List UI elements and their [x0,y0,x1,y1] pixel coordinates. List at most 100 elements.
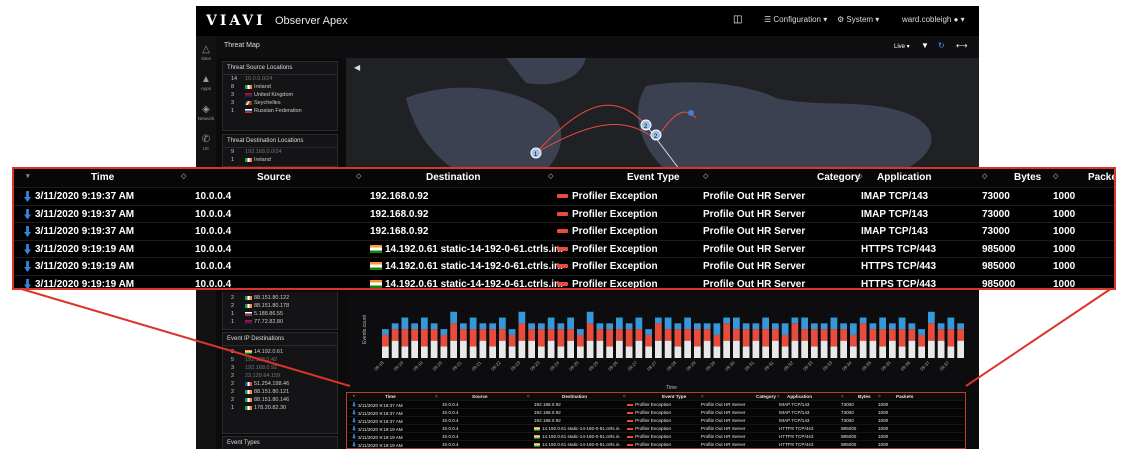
nav-sites[interactable]: △ Sites [196,44,216,61]
chart-bar-segment[interactable] [401,317,409,330]
refresh-icon[interactable]: ↻ [938,41,945,50]
chart-bar-segment[interactable] [820,340,828,358]
chart-bar-segment[interactable] [655,317,662,324]
chart-bar-segment[interactable] [674,346,682,358]
sort-icon[interactable]: ◇ [878,394,881,398]
chart-bar-segment[interactable] [820,323,828,330]
sort-icon[interactable]: ▾ [26,172,30,180]
threat-source-row[interactable]: 1 Russian Federation [223,107,337,115]
chart-bar-segment[interactable] [869,323,877,330]
chart-bar-segment[interactable] [830,329,838,347]
column-header[interactable]: Packets [896,394,913,399]
chart-bar-segment[interactable] [440,329,448,335]
sort-icon[interactable]: ▾ [353,394,355,398]
event-destination-row[interactable]: 2 88.151.80.146 [223,396,337,404]
chart-bar-segment[interactable] [928,323,935,341]
threat-destination-row[interactable]: 1 Ireland [223,156,337,164]
user-menu[interactable]: ward.cobleigh ● ▾ [902,15,965,24]
chart-bar-segment[interactable] [879,329,886,347]
chart-bar-segment[interactable] [606,329,613,347]
table-row[interactable]: 3/11/2020 9:19:19 AM 10.0.0.4 14.192.0.61 … [347,433,965,441]
chart-bar-segment[interactable] [382,329,389,335]
chart-bar-segment[interactable] [430,323,438,330]
sort-icon[interactable]: ◇ [623,394,626,398]
chart-bar-segment[interactable] [684,317,691,330]
chart-bar-segment[interactable] [820,329,828,341]
chart-bar-segment[interactable] [421,346,428,358]
event-destination-row[interactable]: 3 192.168.0.92 [223,364,337,372]
chart-bar-segment[interactable] [937,329,945,341]
chart-bar-segment[interactable] [742,329,750,347]
chart-bar-segment[interactable] [616,340,623,358]
column-header[interactable]: Source [472,394,488,399]
chart-bar-segment[interactable] [918,334,925,347]
threat-source-row[interactable]: 3 Seychelles [223,99,337,107]
threat-source-row[interactable]: 8 Ireland [223,83,337,91]
event-source-row[interactable]: 2 88.151.80.122 [223,294,337,302]
chart-bar-segment[interactable] [791,323,799,341]
chart-bar-segment[interactable] [547,329,555,341]
table-row[interactable]: 3/11/2020 9:19:19 AM 10.0.0.4 14.192.0.61 … [14,241,1114,258]
chart-bar-segment[interactable] [460,340,467,358]
chart-bar-segment[interactable] [869,340,877,358]
chart-bar-segment[interactable] [635,317,643,330]
chart-bar-segment[interactable] [762,317,769,330]
chart-bar-segment[interactable] [596,340,604,358]
chart-bar-segment[interactable] [674,323,682,330]
chart-bar-segment[interactable] [577,329,584,335]
sort-icon[interactable]: ◇ [703,172,708,180]
chart-bar-segment[interactable] [850,346,857,358]
chart-bar-segment[interactable] [625,329,633,347]
chart-bar-segment[interactable] [801,329,808,341]
chart-bar-segment[interactable] [586,311,594,324]
event-source-row[interactable]: 2 88.151.80.178 [223,302,337,310]
chart-bar-segment[interactable] [733,340,740,358]
chart-bar-segment[interactable] [489,329,496,347]
chart-bar-segment[interactable] [703,323,711,330]
chart-bar-segment[interactable] [684,329,691,341]
chart-bar-segment[interactable] [811,329,818,347]
column-header[interactable]: Time [385,394,396,399]
chart-bar-segment[interactable] [401,346,409,358]
chart-bar-segment[interactable] [391,340,399,358]
chart-bar-segment[interactable] [625,346,633,358]
column-header[interactable]: Destination [426,172,480,183]
chart-bar-segment[interactable] [947,329,955,347]
chart-bar-segment[interactable] [674,329,682,347]
chart-bar-segment[interactable] [694,329,701,347]
chart-bar-segment[interactable] [713,346,721,358]
chart-bar-segment[interactable] [947,346,955,358]
chart-bar-segment[interactable] [567,340,574,358]
chart-bar-segment[interactable] [450,340,457,358]
chart-bar-segment[interactable] [733,329,740,341]
chart-bar-segment[interactable] [850,323,857,335]
chart-bar-segment[interactable] [791,317,799,324]
chart-bar-segment[interactable] [606,323,613,330]
chart-bar-segment[interactable] [859,340,867,358]
column-header[interactable]: Time [91,172,114,183]
configuration-menu[interactable]: ☰ Configuration ▾ [764,15,827,24]
chart-bar-segment[interactable] [518,323,526,341]
chart-bar-segment[interactable] [928,340,935,358]
threat-destination-row[interactable]: 9 192.168.0.0/24 [223,148,337,156]
sort-icon[interactable]: ◇ [701,394,704,398]
chart-bar-segment[interactable] [772,329,779,341]
table-row[interactable]: 3/11/2020 9:19:19 AM 10.0.0.4 14.192.0.61 … [14,276,1114,288]
chart-bar-segment[interactable] [908,323,916,330]
chart-bar-segment[interactable] [382,346,389,358]
chart-bar-segment[interactable] [947,317,955,330]
chart-bar-segment[interactable] [937,340,945,358]
chart-bar-segment[interactable] [538,346,545,358]
chart-bar-segment[interactable] [391,329,399,341]
chart-bar-segment[interactable] [957,340,964,358]
chart-bar-segment[interactable] [508,329,516,335]
chart-bar-segment[interactable] [421,317,428,330]
chart-bar-segment[interactable] [957,329,964,341]
chart-bar-segment[interactable] [616,329,623,341]
chart-bar-segment[interactable] [742,346,750,358]
chart-bar-segment[interactable] [908,340,916,358]
chart-bar-segment[interactable] [811,346,818,358]
chart-bar-segment[interactable] [703,340,711,358]
chart-bar-segment[interactable] [801,317,808,330]
sort-icon[interactable]: ◇ [181,172,186,180]
